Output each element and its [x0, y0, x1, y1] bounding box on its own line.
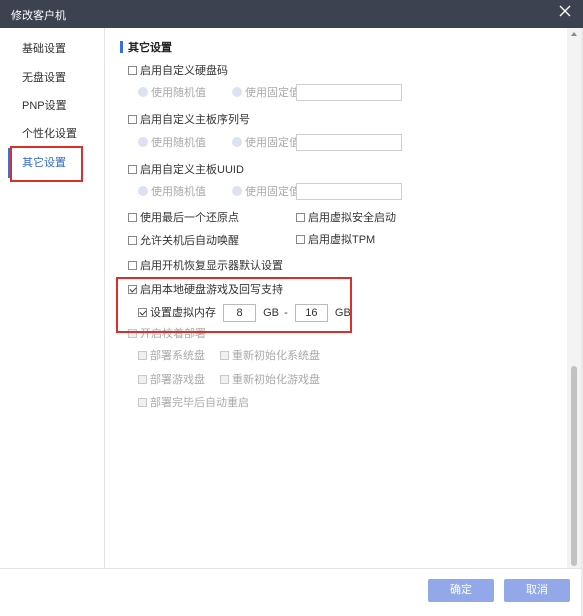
sidebar-item-personalize[interactable]: 个性化设置	[11, 120, 82, 149]
deploy-system-checkbox[interactable]	[138, 351, 147, 360]
virtual-safe-boot-label: 启用虚拟安全启动	[308, 212, 396, 224]
highlight-box-local-disk	[116, 277, 352, 333]
virtual-safe-boot-checkbox[interactable]	[296, 213, 305, 222]
sidebar-item-pnp[interactable]: PNP设置	[11, 92, 82, 121]
board-uuid-fixed-label: 使用固定值	[245, 186, 300, 198]
sidebar: 基础设置 无盘设置 PNP设置 个性化设置 其它设置	[0, 28, 105, 568]
virtual-tpm-option[interactable]: 启用虚拟TPM	[296, 232, 375, 248]
content-scrollbar[interactable]	[567, 28, 581, 568]
disk-code-input[interactable]	[296, 84, 402, 101]
board-serial-random-label: 使用随机值	[151, 137, 206, 149]
confirm-button[interactable]: 确定	[428, 579, 494, 602]
board-uuid-input[interactable]	[296, 183, 402, 200]
deploy-game-checkbox[interactable]	[138, 375, 147, 384]
disk-code-fixed-label: 使用固定值	[245, 87, 300, 99]
board-uuid-random-label: 使用随机值	[151, 186, 206, 198]
sidebar-item-basic[interactable]: 基础设置	[11, 35, 82, 64]
use-last-restore-option[interactable]: 使用最后一个还原点	[128, 210, 239, 226]
disk-code-random-option[interactable]: 使用随机值	[138, 85, 206, 101]
close-icon[interactable]	[558, 4, 572, 18]
reinit-game-label: 重新初始化游戏盘	[232, 374, 320, 386]
auto-restart-option[interactable]: 部署完毕后自动重启	[138, 395, 249, 411]
virtual-safe-boot-option[interactable]: 启用虚拟安全启动	[296, 210, 396, 226]
auto-restart-checkbox[interactable]	[138, 398, 147, 407]
deploy-game-label: 部署游戏盘	[150, 374, 205, 386]
custom-board-serial-label: 启用自定义主板序列号	[140, 114, 250, 126]
disk-code-random-label: 使用随机值	[151, 87, 206, 99]
deploy-system-option[interactable]: 部署系统盘	[138, 348, 205, 364]
use-last-restore-label: 使用最后一个还原点	[140, 212, 239, 224]
reinit-game-checkbox[interactable]	[220, 375, 229, 384]
custom-disk-code-checkbox[interactable]	[128, 66, 137, 75]
allow-wake-checkbox[interactable]	[128, 236, 137, 245]
virtual-tpm-checkbox[interactable]	[296, 235, 305, 244]
dialog-footer: 确定 取消	[0, 568, 581, 616]
restore-display-label: 启用开机恢复显示器默认设置	[140, 260, 283, 272]
board-serial-input[interactable]	[296, 134, 402, 151]
board-serial-fixed-option[interactable]: 使用固定值	[232, 135, 300, 151]
custom-board-uuid-checkbox[interactable]	[128, 165, 137, 174]
deploy-system-label: 部署系统盘	[150, 350, 205, 362]
custom-board-serial-checkbox[interactable]	[128, 115, 137, 124]
reinit-system-option[interactable]: 重新初始化系统盘	[220, 348, 320, 364]
custom-disk-code-option[interactable]: 启用自定义硬盘码	[128, 63, 228, 79]
board-serial-random-option[interactable]: 使用随机值	[138, 135, 206, 151]
board-uuid-fixed-option[interactable]: 使用固定值	[232, 184, 300, 200]
use-last-restore-checkbox[interactable]	[128, 213, 137, 222]
section-title: 其它设置	[128, 42, 172, 54]
deploy-game-option[interactable]: 部署游戏盘	[138, 372, 205, 388]
reinit-system-label: 重新初始化系统盘	[232, 350, 320, 362]
window-title: 修改客户机	[11, 10, 66, 22]
board-serial-random-radio[interactable]	[138, 137, 148, 147]
custom-board-uuid-label: 启用自定义主板UUID	[140, 164, 244, 176]
reinit-system-checkbox[interactable]	[220, 351, 229, 360]
cancel-button[interactable]: 取消	[504, 579, 570, 602]
virtual-tpm-label: 启用虚拟TPM	[308, 234, 376, 246]
title-bar: 修改客户机	[0, 0, 583, 28]
allow-wake-option[interactable]: 允许关机后自动唤醒	[128, 233, 239, 249]
board-uuid-random-option[interactable]: 使用随机值	[138, 184, 206, 200]
section-marker	[120, 41, 123, 53]
custom-disk-code-label: 启用自定义硬盘码	[140, 65, 228, 77]
disk-code-fixed-option[interactable]: 使用固定值	[232, 85, 300, 101]
highlight-box-sidebar	[10, 146, 83, 182]
board-uuid-fixed-radio[interactable]	[232, 186, 242, 196]
board-serial-fixed-label: 使用固定值	[245, 137, 300, 149]
restore-display-option[interactable]: 启用开机恢复显示器默认设置	[128, 258, 283, 274]
board-uuid-random-radio[interactable]	[138, 186, 148, 196]
scroll-thumb[interactable]	[571, 366, 577, 566]
allow-wake-label: 允许关机后自动唤醒	[140, 235, 239, 247]
reinit-game-option[interactable]: 重新初始化游戏盘	[220, 372, 320, 388]
board-serial-fixed-radio[interactable]	[232, 137, 242, 147]
custom-board-uuid-option[interactable]: 启用自定义主板UUID	[128, 162, 244, 178]
sidebar-item-diskless[interactable]: 无盘设置	[11, 64, 82, 93]
scroll-up-icon[interactable]	[571, 32, 577, 36]
disk-code-random-radio[interactable]	[138, 87, 148, 97]
custom-board-serial-option[interactable]: 启用自定义主板序列号	[128, 112, 250, 128]
auto-restart-label: 部署完毕后自动重启	[150, 397, 249, 409]
restore-display-checkbox[interactable]	[128, 261, 137, 270]
disk-code-fixed-radio[interactable]	[232, 87, 242, 97]
